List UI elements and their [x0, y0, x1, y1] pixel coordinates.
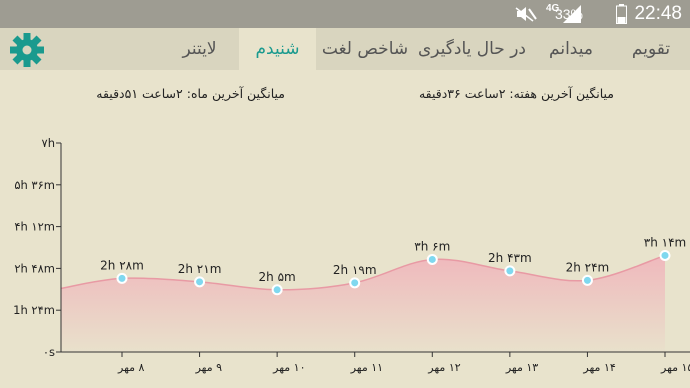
mute-icon [515, 7, 537, 22]
y-tick-label: ۷h [42, 136, 55, 150]
y-tick-label: 1h ۲۴m [13, 303, 55, 317]
y-tick-label: ۰s [43, 345, 55, 359]
data-point [349, 277, 361, 289]
settings-button[interactable] [8, 32, 48, 68]
x-tick-label: ۱۴ مهر [582, 361, 615, 374]
x-tick-label: ۱۳ مهر [505, 361, 538, 374]
tab-label: تقویم [631, 39, 671, 59]
data-point [426, 253, 438, 265]
status-bar: 4G 33% 22:48 [0, 0, 690, 28]
month-average: میانگین آخرین ماه: ۲ساعت ۵۱دقیقه [96, 86, 285, 101]
tab-label: شاخص لغت [321, 39, 409, 59]
tab-word-index[interactable]: شاخص لغت [316, 28, 414, 70]
listening-time-chart: ۰s 1h ۲۴m ۲h ۴۸m ۴h ۱۲m ۵h ۳۶m ۷h ۸ مهر ۹ مهر ۱۰… [13, 136, 690, 374]
data-point [116, 272, 128, 284]
week-average: میانگین آخرین هفته: ۲ساعت ۳۶دقیقه [418, 86, 614, 101]
y-tick-label: ۵h ۳۶m [14, 178, 55, 192]
battery-percent: 33% [554, 6, 583, 22]
data-point [581, 274, 593, 286]
y-tick-label: ۴h ۱۲m [14, 220, 55, 234]
data-point [504, 265, 516, 277]
tab-learning[interactable]: در حال یادگیری [414, 28, 530, 70]
gear-icon [10, 33, 44, 67]
data-label: 2h ۲۱m [178, 262, 222, 276]
data-label: ۳h ۶m [414, 239, 450, 253]
y-tick-label: ۲h ۴۸m [14, 261, 55, 275]
tab-heard[interactable]: شنیدم [239, 28, 316, 70]
x-tick-label: ۱۵ مهر [660, 361, 690, 374]
data-point [194, 276, 206, 288]
tab-label: شنیدم [255, 39, 300, 59]
x-tick-label: ۱۱ مهر [350, 361, 383, 374]
tab-calendar[interactable]: تقویم [612, 28, 690, 70]
x-tick-label: ۸ مهر [117, 361, 145, 374]
data-label: 2h ۲۴m [566, 260, 610, 274]
data-point [659, 249, 671, 261]
tab-label: میدانم [549, 39, 593, 59]
data-label: 2h ۲۸m [100, 258, 144, 272]
data-point [271, 284, 283, 296]
x-tick-label: ۱۲ مهر [427, 361, 460, 374]
data-label: ۳h ۱۴m [644, 235, 686, 249]
battery-icon [616, 4, 627, 24]
tab-leitner[interactable]: لایتنر [160, 28, 239, 70]
tab-bar: تقویم میدانم در حال یادگیری شاخص لغت شنی… [0, 28, 690, 70]
data-label: 2h ۵m [259, 270, 296, 284]
data-label: 2h ۱۹m [333, 263, 377, 277]
tab-known[interactable]: میدانم [530, 28, 612, 70]
tab-label: در حال یادگیری [417, 39, 527, 59]
clock: 22:48 [634, 3, 682, 24]
x-tick-label: ۱۰ مهر [272, 361, 305, 374]
x-tick-label: ۹ مهر [195, 361, 223, 374]
tab-label: لایتنر [182, 39, 217, 59]
data-label: 2h ۴۳m [488, 251, 532, 265]
